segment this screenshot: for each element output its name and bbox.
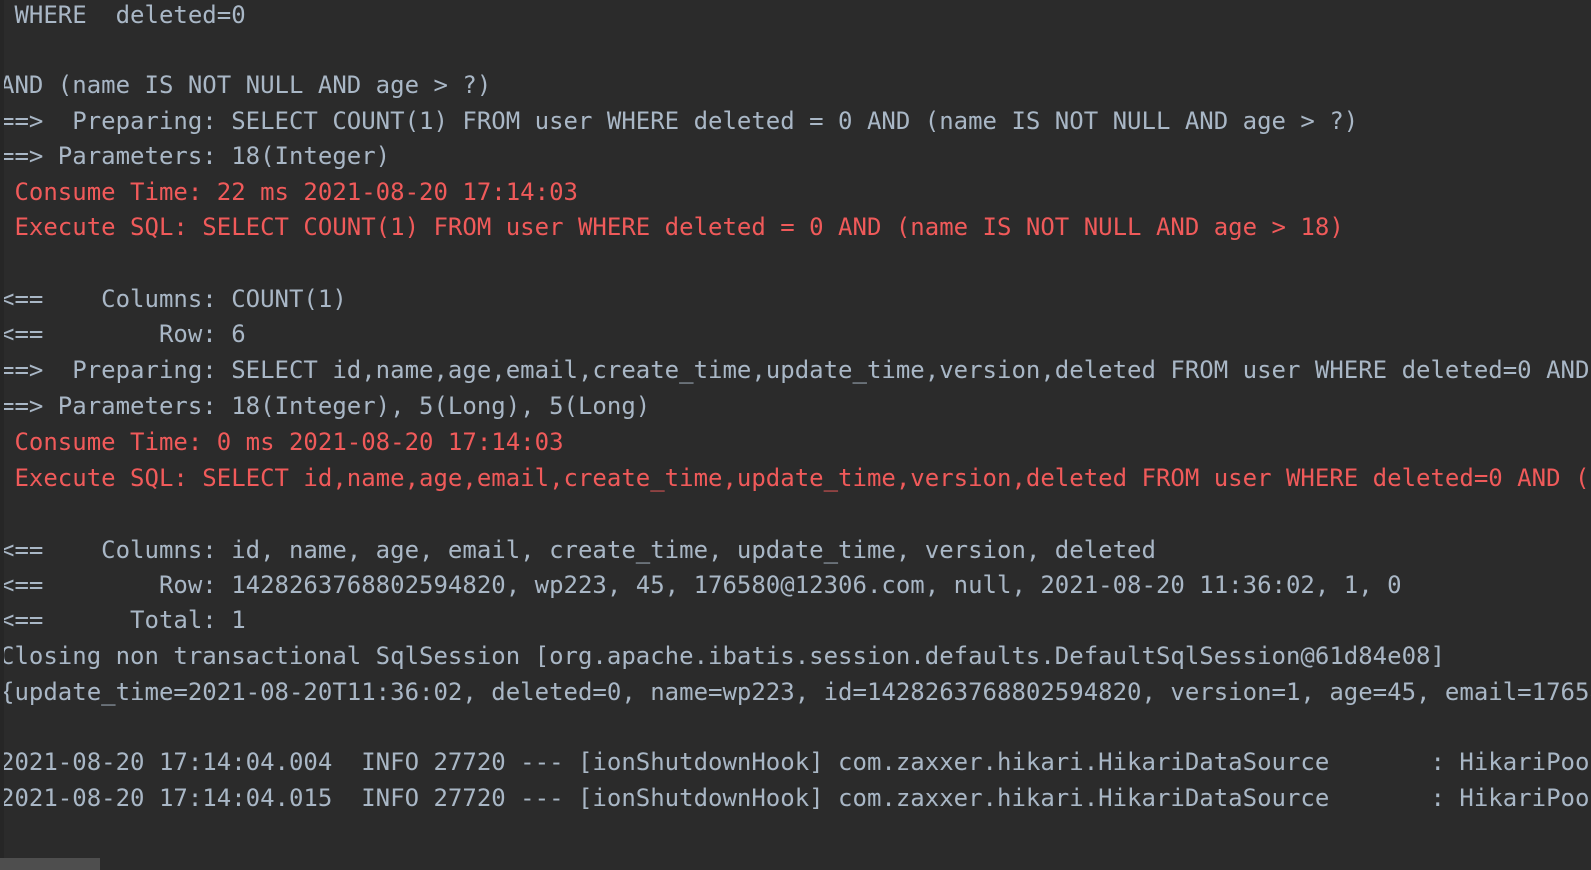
console-line: Execute SQL: SELECT COUNT(1) FROM user W…: [0, 213, 1344, 241]
console-line: Closing non transactional SqlSession [or…: [0, 642, 1445, 670]
console-line: {update_time=2021-08-20T11:36:02, delete…: [0, 678, 1591, 706]
console-line: AND (name IS NOT NULL AND age > ?): [0, 71, 492, 99]
console-line: <== Total: 1: [0, 606, 246, 634]
console-line: Consume Time: 0 ms 2021-08-20 17:14:03: [0, 428, 564, 456]
console-line: 2021-08-20 17:14:04.004 INFO 27720 --- […: [0, 748, 1591, 776]
console-line: <== Columns: COUNT(1): [0, 285, 347, 313]
console-line: WHERE deleted=0: [0, 1, 246, 29]
console-line: <== Columns: id, name, age, email, creat…: [0, 536, 1156, 564]
console-line: Execute SQL: SELECT id,name,age,email,cr…: [14, 464, 1591, 492]
console-line: Consume Time: 22 ms 2021-08-20 17:14:03: [0, 178, 578, 206]
console-line: <== Row: 6: [0, 320, 246, 348]
console-line: 2021-08-20 17:14:04.015 INFO 27720 --- […: [0, 784, 1591, 812]
console-line: ==> Preparing: SELECT COUNT(1) FROM user…: [0, 107, 1359, 135]
horizontal-scrollbar-thumb[interactable]: [0, 858, 100, 870]
console-output-panel[interactable]: WHERE deleted=0 AND (name IS NOT NULL AND…: [0, 0, 1591, 870]
console-line: <== Row: 1428263768802594820, wp223, 45,…: [0, 571, 1402, 599]
console-line: ==> Parameters: 18(Integer), 5(Long), 5(…: [0, 392, 651, 420]
horizontal-scrollbar-track[interactable]: [0, 858, 1591, 870]
console-line: ==> Parameters: 18(Integer): [0, 142, 391, 170]
console-left-gutter: [0, 0, 4, 870]
console-line: ==> Preparing: SELECT id,name,age,email,…: [0, 356, 1590, 384]
